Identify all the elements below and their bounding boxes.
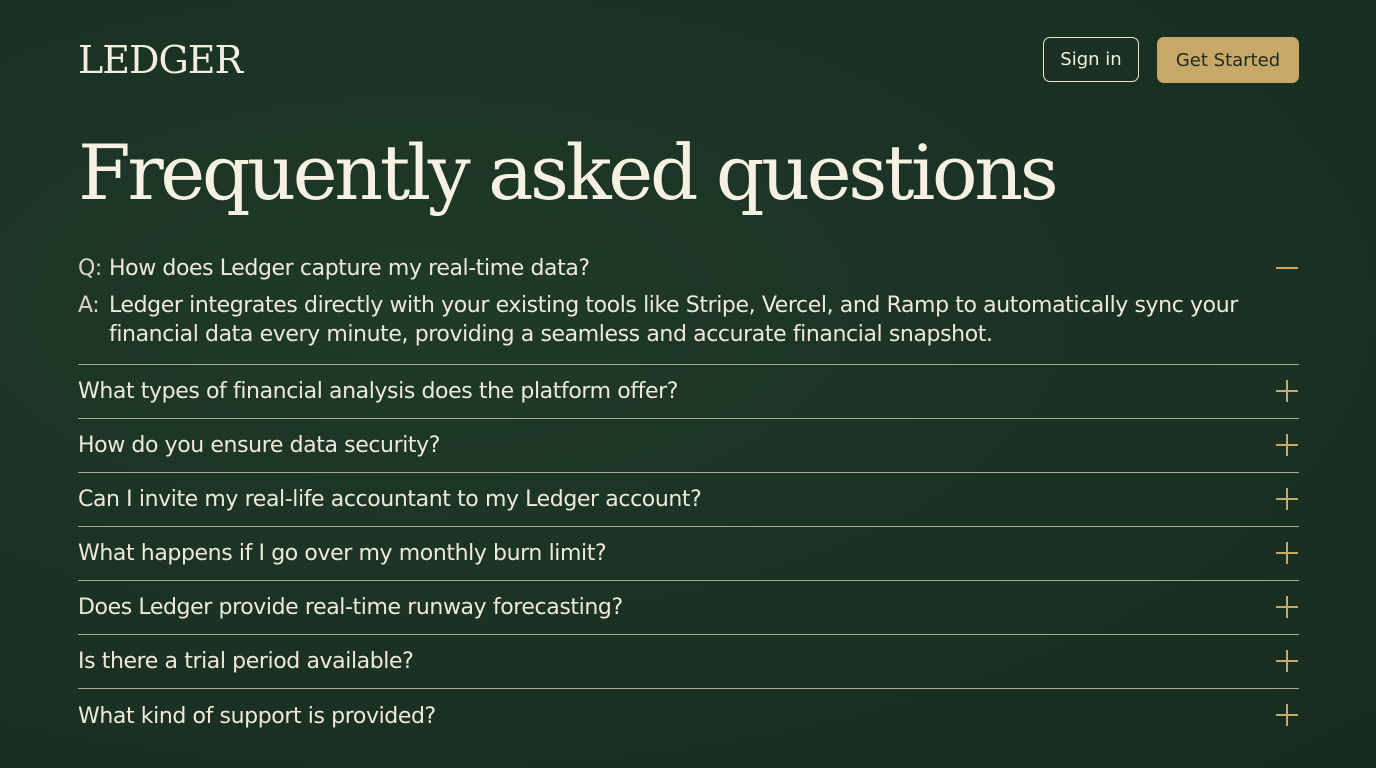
plus-icon[interactable] (1275, 541, 1299, 565)
faq-question-text: What types of financial analysis does th… (78, 379, 679, 404)
faq-question-toggle[interactable]: Q: How does Ledger capture my real-time … (78, 252, 1299, 284)
minus-icon[interactable] (1275, 256, 1299, 280)
faq-item-expanded: Q: How does Ledger capture my real-time … (78, 246, 1299, 365)
faq-question-text: Does Ledger provide real-time runway for… (78, 595, 623, 620)
sign-in-button[interactable]: Sign in (1043, 37, 1139, 82)
question-prefix: Q: (78, 255, 102, 281)
faq-question-text: How does Ledger capture my real-time dat… (109, 255, 590, 281)
faq-item[interactable]: What happens if I go over my monthly bur… (78, 527, 1299, 581)
faq-item[interactable]: How do you ensure data security? (78, 419, 1299, 473)
faq-question-text: Is there a trial period available? (78, 649, 414, 674)
answer-prefix: A: (78, 293, 100, 318)
plus-icon[interactable] (1275, 703, 1299, 727)
faq-item[interactable]: Is there a trial period available? (78, 635, 1299, 689)
get-started-button[interactable]: Get Started (1157, 37, 1299, 83)
faq-accordion: Q: How does Ledger capture my real-time … (78, 246, 1299, 743)
plus-icon[interactable] (1275, 433, 1299, 457)
faq-item[interactable]: What types of financial analysis does th… (78, 365, 1299, 419)
faq-question-text: Can I invite my real-life accountant to … (78, 487, 702, 512)
faq-item[interactable]: What kind of support is provided? (78, 689, 1299, 743)
faq-item[interactable]: Can I invite my real-life accountant to … (78, 473, 1299, 527)
faq-question-text: What kind of support is provided? (78, 703, 436, 729)
page-title: Frequently asked questions (78, 128, 1059, 217)
plus-icon[interactable] (1275, 487, 1299, 511)
faq-answer: A: Ledger integrates directly with your … (78, 291, 1299, 349)
faq-question-text: What happens if I go over my monthly bur… (78, 541, 607, 566)
faq-page: LEDGER Sign in Get Started Frequently as… (78, 0, 1299, 768)
faq-question-text: How do you ensure data security? (78, 433, 441, 458)
faq-answer-text: Ledger integrates directly with your exi… (109, 293, 1238, 347)
faq-item[interactable]: Does Ledger provide real-time runway for… (78, 581, 1299, 635)
plus-icon[interactable] (1275, 595, 1299, 619)
ledger-logo[interactable]: LEDGER (78, 38, 243, 82)
plus-icon[interactable] (1275, 379, 1299, 403)
plus-icon[interactable] (1275, 649, 1299, 673)
site-header: LEDGER Sign in Get Started (78, 36, 1299, 84)
